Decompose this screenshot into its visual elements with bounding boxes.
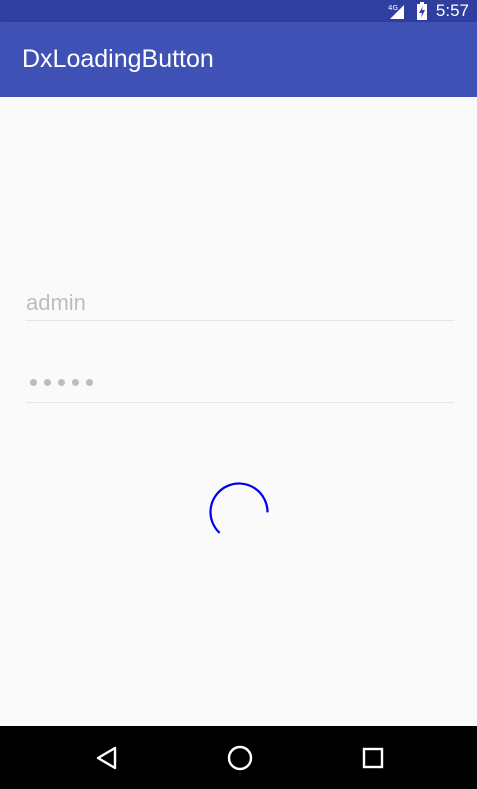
loading-spinner-icon bbox=[209, 482, 269, 534]
login-form bbox=[0, 97, 477, 761]
loading-button[interactable] bbox=[206, 481, 272, 547]
back-button[interactable] bbox=[91, 742, 123, 774]
password-dot bbox=[30, 379, 37, 386]
navigation-bar bbox=[0, 726, 477, 789]
password-underline bbox=[26, 402, 454, 403]
app-title: DxLoadingButton bbox=[22, 45, 214, 73]
status-icons: 4G 5:57 bbox=[386, 0, 469, 22]
status-time: 5:57 bbox=[435, 1, 469, 20]
status-bar: 4G 5:57 bbox=[0, 0, 477, 22]
home-button[interactable] bbox=[224, 742, 256, 774]
recents-icon bbox=[362, 747, 384, 769]
password-dot bbox=[86, 379, 93, 386]
recents-button[interactable] bbox=[357, 742, 389, 774]
password-dot bbox=[72, 379, 79, 386]
svg-text:4G: 4G bbox=[388, 4, 398, 12]
app-bar: DxLoadingButton bbox=[0, 22, 477, 97]
battery-charging-icon bbox=[416, 2, 428, 20]
home-icon bbox=[227, 745, 253, 771]
back-icon bbox=[96, 746, 117, 770]
password-field[interactable] bbox=[26, 365, 454, 403]
password-dot bbox=[58, 379, 65, 386]
username-input[interactable] bbox=[26, 285, 454, 321]
signal-icon: 4G bbox=[386, 3, 408, 19]
password-mask bbox=[30, 379, 93, 386]
password-dot bbox=[44, 379, 51, 386]
username-field[interactable] bbox=[26, 285, 454, 321]
username-underline bbox=[26, 320, 454, 321]
